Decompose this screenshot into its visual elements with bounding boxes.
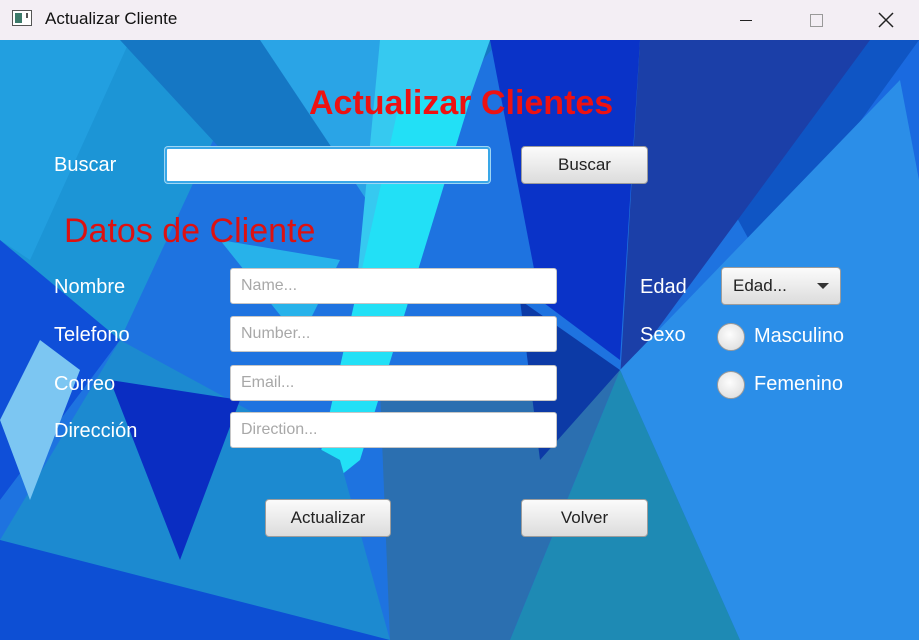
search-button[interactable]: Buscar [521, 146, 648, 184]
close-button[interactable] [858, 0, 914, 40]
window-title: Actualizar Cliente [45, 9, 178, 28]
radio-masculino[interactable] [717, 323, 745, 351]
section-title: Datos de Cliente [64, 212, 316, 250]
phone-label: Telefono [54, 324, 130, 346]
window-content: Actualizar Clientes Buscar Buscar Datos … [0, 40, 919, 640]
address-label: Dirección [54, 420, 138, 442]
name-field[interactable] [230, 268, 557, 304]
email-label: Correo [54, 373, 116, 395]
maximize-icon [809, 13, 823, 27]
age-select-value: Edad... [733, 276, 787, 295]
sex-label: Sexo [640, 324, 686, 346]
radio-femenino-label[interactable]: Femenino [754, 373, 843, 396]
chevron-down-icon [817, 283, 829, 289]
page-title: Actualizar Clientes [309, 84, 614, 122]
minimize-button[interactable] [718, 0, 774, 40]
name-label: Nombre [54, 276, 126, 298]
update-button[interactable]: Actualizar [265, 499, 391, 537]
search-input[interactable] [165, 147, 490, 183]
age-select[interactable]: Edad... [721, 267, 841, 305]
minimize-icon [740, 19, 752, 21]
radio-femenino[interactable] [717, 371, 745, 399]
address-field[interactable] [230, 412, 557, 448]
email-field[interactable] [230, 365, 557, 401]
app-window-icon [12, 10, 32, 26]
back-button[interactable]: Volver [521, 499, 648, 537]
title-bar: Actualizar Cliente [0, 0, 919, 40]
age-label: Edad [640, 276, 687, 298]
phone-field[interactable] [230, 316, 557, 352]
maximize-button[interactable] [788, 0, 844, 40]
search-label: Buscar [54, 154, 117, 176]
close-icon [878, 12, 894, 28]
radio-masculino-label[interactable]: Masculino [754, 325, 844, 348]
